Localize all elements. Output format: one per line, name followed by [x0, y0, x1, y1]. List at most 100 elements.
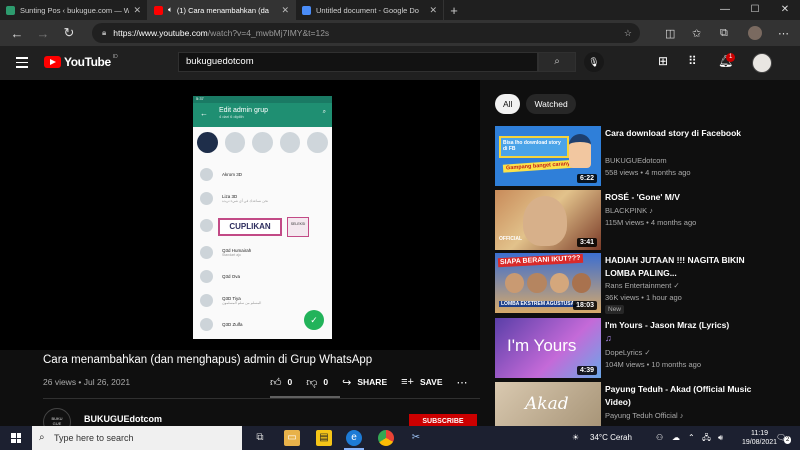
channel-name[interactable]: BUKUGUEdotcom — [84, 414, 162, 424]
card-channel: Payung Teduh Official ♪ — [605, 411, 684, 420]
maximize-icon[interactable]: ☐ — [740, 0, 770, 20]
contact-row: Q3d Ova — [193, 264, 332, 288]
more-actions-button[interactable]: ⋯ — [457, 376, 474, 389]
file-explorer-icon[interactable]: ▭ — [284, 430, 300, 446]
confirm-check-icon: ✓ — [304, 310, 324, 330]
url-host: https://www.youtube.com — [113, 28, 208, 38]
minimize-icon[interactable]: — — [710, 0, 740, 20]
url-field[interactable]: 🔒︎ https://www.youtube.com/watch?v=4_mwb… — [92, 23, 640, 43]
video-thumbnail[interactable]: Bisa lho download story di FB Gampang ba… — [495, 126, 601, 186]
browser-tab-wordpress[interactable]: Sunting Pos ‹ bukugue.com — W ✕ — [0, 0, 148, 20]
video-thumbnail[interactable]: SIAPA BERANI IKUT??? LOMBA EKSTREM AGUST… — [495, 253, 601, 313]
close-tab-icon[interactable]: ✕ — [281, 5, 289, 16]
share-button[interactable]: ↪ SHARE — [342, 376, 387, 389]
duration-badge: 4:39 — [576, 366, 597, 375]
snipping-tool-icon[interactable]: ✂ — [408, 430, 424, 446]
chip-watched[interactable]: Watched — [526, 94, 576, 114]
reading-icon[interactable]: ◫ — [665, 20, 675, 46]
thumb-text: OFFICIAL — [499, 236, 523, 242]
bookmark-star-icon[interactable]: ☆ — [624, 28, 632, 39]
collections-icon[interactable]: ⧉ — [720, 20, 728, 46]
close-tab-icon[interactable]: ✕ — [429, 5, 437, 16]
weather-icon[interactable]: ☀ — [572, 426, 579, 450]
duration-badge: 6:22 — [576, 174, 597, 183]
address-toolbar: ← → ↻ 🔒︎ https://www.youtube.com/watch?v… — [0, 20, 800, 46]
contact-row: Liza 3D نحن نساعدك في أي شيء تريده — [193, 186, 332, 210]
system-clock[interactable]: 11:19 19/08/2021 — [742, 429, 777, 447]
recommendation-card[interactable]: I'm Yours 4:39 I'm Yours - Jason Mraz (L… — [495, 318, 785, 380]
seleksi-overlay: SELEKSI — [287, 217, 309, 237]
video-thumbnail[interactable]: OFFICIAL 3:41 — [495, 190, 601, 250]
divider — [43, 398, 480, 399]
chip-all[interactable]: All — [495, 94, 521, 114]
video-player[interactable]: 5:37 ← Edit admin grup 4 dari 6 dipilih … — [0, 80, 480, 350]
forward-arrow-icon[interactable]: → — [30, 26, 56, 41]
wordpress-favicon-icon — [6, 5, 15, 15]
edge-browser-icon[interactable]: e — [344, 430, 364, 450]
recommendation-card[interactable]: OFFICIAL 3:41 ROSÉ - 'Gone' M/V BLACKPIN… — [495, 190, 785, 252]
like-button[interactable]: 👍︎ 0 — [270, 376, 292, 389]
music-note-icon: ♪ — [649, 206, 653, 215]
youtube-logo[interactable]: YouTube ID — [44, 54, 118, 69]
notification-count-badge: 1 — [726, 53, 736, 62]
close-tab-icon[interactable]: ✕ — [133, 5, 141, 16]
task-view-icon[interactable]: ⧉ — [252, 430, 268, 446]
card-title: Payung Teduh - Akad (Official Music Vide… — [605, 384, 752, 407]
playlist-add-icon: ≡+ — [401, 376, 414, 388]
people-icon[interactable]: ⚇ — [656, 426, 663, 450]
profile-avatar[interactable] — [748, 20, 762, 46]
new-tab-button[interactable]: + — [444, 0, 464, 20]
window-controls: — ☐ ✕ — [710, 0, 800, 20]
menu-icon[interactable] — [16, 57, 28, 71]
phone-app-bar: ← Edit admin grup 4 dari 6 dipilih ⌕ — [193, 103, 332, 127]
search-input[interactable]: bukuguedotcom — [178, 52, 538, 72]
video-meta: 26 views • Jul 26, 2021 — [43, 377, 131, 387]
contact-row: Q3d Humairah Standart ajo — [193, 240, 332, 264]
favorites-icon[interactable]: ✩ — [692, 20, 701, 46]
new-badge: New — [605, 305, 625, 314]
save-button[interactable]: ≡+ SAVE — [401, 376, 442, 388]
cloud-icon[interactable]: ☁ — [672, 426, 680, 450]
network-icon[interactable]: 🖧︎ — [702, 426, 711, 450]
subscribe-button[interactable]: SUBSCRIBE — [409, 414, 477, 426]
taskbar-search-input[interactable]: ⌕ Type here to search — [32, 426, 242, 450]
show-hidden-icon[interactable]: ⌃ — [688, 426, 695, 450]
share-label: SHARE — [357, 377, 388, 387]
card-title: I'm Yours - Jason Mraz (Lyrics) — [605, 320, 730, 330]
video-thumbnail[interactable]: Akad — [495, 382, 601, 426]
music-icon: ♫ — [605, 333, 612, 343]
apps-grid-icon[interactable]: ⠿ — [688, 54, 697, 68]
dislike-button[interactable]: 👎︎ 0 — [306, 376, 328, 389]
recommendation-card[interactable]: Bisa lho download story di FB Gampang ba… — [495, 126, 785, 188]
mic-icon: 🎙︎ — [588, 57, 600, 67]
recommendation-card[interactable]: SIAPA BERANI IKUT??? LOMBA EKSTREM AGUST… — [495, 253, 785, 315]
weather-text[interactable]: 34°C Cerah — [590, 426, 632, 450]
selected-admins — [193, 127, 332, 158]
share-arrow-icon: ↪ — [342, 376, 352, 389]
volume-icon[interactable]: 🔊︎ — [718, 426, 723, 450]
close-window-icon[interactable]: ✕ — [770, 0, 800, 20]
windows-start-icon[interactable] — [11, 433, 21, 443]
phone-search-icon: ⌕ — [322, 109, 326, 115]
back-arrow-icon[interactable]: ← — [4, 26, 30, 41]
card-stats: 115M views • 4 months ago — [605, 218, 697, 227]
contact-row: Q3D Tiya المسلم من سلم المسلمون — [193, 288, 332, 312]
browser-tab-google-docs[interactable]: Untitled document - Google Do ✕ — [296, 0, 444, 20]
duration-badge: 18:03 — [573, 301, 597, 310]
reload-icon[interactable]: ↻ — [56, 25, 82, 41]
create-video-icon[interactable]: ⊞ — [658, 54, 668, 68]
sticky-notes-icon[interactable]: ▤ — [316, 430, 332, 446]
user-avatar[interactable] — [752, 53, 772, 73]
logo-region: ID — [112, 54, 118, 60]
search-button[interactable]: ⌕ — [538, 52, 576, 72]
chrome-icon[interactable] — [378, 430, 394, 446]
more-menu-icon[interactable]: ⋯ — [778, 20, 789, 46]
browser-tab-youtube[interactable]: 🔈︎ (1) Cara menambahkan (da ✕ — [148, 0, 296, 20]
save-label: SAVE — [419, 377, 443, 387]
video-thumbnail[interactable]: I'm Yours 4:39 — [495, 318, 601, 378]
like-count: 0 — [287, 377, 293, 387]
phone-status-bar: 5:37 — [193, 96, 332, 103]
voice-search-button[interactable]: 🎙︎ — [584, 52, 604, 72]
speaker-icon[interactable]: 🔈︎ — [168, 5, 173, 15]
card-stats: 558 views • 4 months ago — [605, 168, 691, 177]
